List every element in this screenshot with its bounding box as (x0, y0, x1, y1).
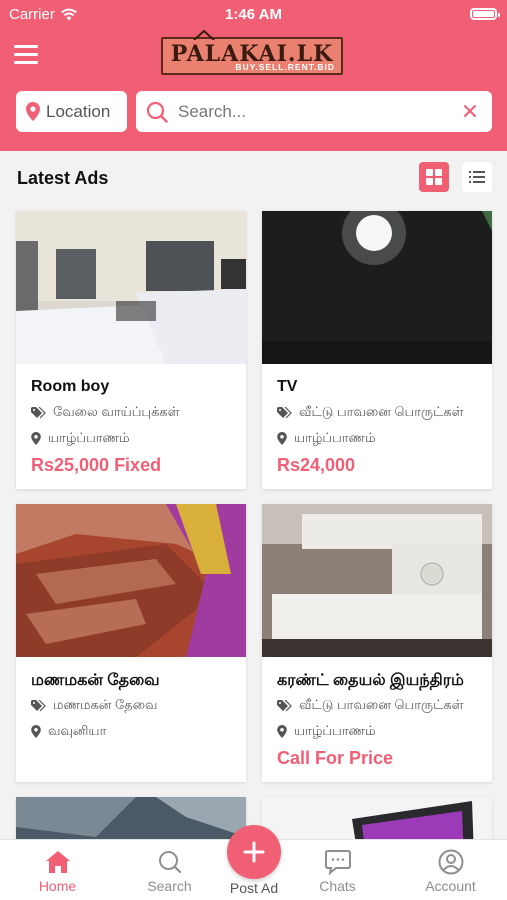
tag-icon (31, 406, 46, 418)
ad-card[interactable]: கரண்ட் தையல் இயந்திரம் வீட்டு பாவனை பொரு… (262, 504, 492, 782)
app-header: Carrier 1:46 AM PALAKAI.LK BUY.SELL.RENT… (0, 0, 507, 151)
status-bar: Carrier 1:46 AM (0, 0, 507, 28)
location-pin-icon (277, 432, 287, 445)
clear-search-icon[interactable] (462, 103, 478, 119)
location-pin-icon (277, 725, 287, 738)
search-input[interactable] (178, 101, 448, 122)
search-bar (136, 91, 492, 132)
grid-icon (426, 169, 442, 185)
ad-category: மணமகன் தேவை (31, 697, 157, 714)
ad-location: யாழ்ப்பாணம் (277, 723, 376, 740)
ad-title: TV (277, 378, 298, 395)
chat-bubble-icon (324, 850, 351, 875)
location-button[interactable]: Location (16, 91, 127, 132)
section-title: Latest Ads (17, 168, 109, 188)
plus-icon (243, 841, 265, 863)
tab-account[interactable]: Account (400, 840, 501, 900)
tab-chats-label: Chats (319, 878, 356, 894)
battery-icon (470, 8, 500, 20)
ad-category: வேலை வாய்ப்புக்கள் (31, 404, 179, 421)
location-pin-icon (31, 725, 41, 738)
location-pin-icon (31, 432, 41, 445)
grid-view-button[interactable] (419, 162, 449, 192)
hamburger-menu-icon[interactable] (14, 45, 38, 65)
ad-location-label: யாழ்ப்பாணம் (294, 430, 376, 445)
ad-image-henna-hands (16, 504, 246, 657)
ad-card[interactable]: Room boy வேலை வாய்ப்புக்கள் யாழ்ப்பாணம் … (16, 211, 246, 489)
ad-image-sewing-machine (262, 504, 492, 657)
ad-title: கரண்ட் தையல் இயந்திரம் (277, 672, 464, 689)
tag-icon (277, 406, 292, 418)
tab-home-label: Home (38, 878, 77, 894)
ad-location: யாழ்ப்பாணம் (277, 430, 376, 447)
ad-image-hotel-room (16, 211, 246, 364)
tag-icon (277, 699, 292, 711)
ad-location-label: யாழ்ப்பாணம் (48, 430, 130, 445)
status-time: 1:46 AM (225, 6, 282, 23)
search-icon (158, 851, 181, 874)
tab-search-label: Search (147, 878, 192, 894)
ad-location-label: யாழ்ப்பாணம் (294, 723, 376, 738)
ad-price: Call For Price (277, 748, 394, 768)
location-pin-icon (26, 102, 40, 121)
ad-location: யாழ்ப்பாணம் (31, 430, 130, 447)
tag-icon (31, 699, 46, 711)
ad-location: வவுனியா (31, 723, 106, 740)
tab-account-label: Account (425, 878, 476, 894)
ad-price: Rs25,000 Fixed (31, 455, 162, 475)
ad-price: Rs24,000 (277, 455, 356, 475)
home-icon (45, 851, 70, 873)
ad-category: வீட்டு பாவனை பொருட்கள் (277, 697, 463, 714)
ad-card[interactable]: TV வீட்டு பாவனை பொருட்கள் யாழ்ப்பாணம் Rs… (262, 211, 492, 489)
tab-chats[interactable]: Chats (287, 840, 388, 900)
app-logo: PALAKAI.LK BUY.SELL.RENT.BID (161, 30, 343, 75)
ad-category: வீட்டு பாவனை பொருட்கள் (277, 404, 463, 421)
tab-home[interactable]: Home (7, 840, 108, 900)
ad-location-label: வவுனியா (48, 723, 107, 738)
user-account-icon (438, 849, 463, 875)
house-roof-icon (193, 30, 215, 40)
post-ad-button[interactable] (227, 825, 281, 879)
logo-tagline: BUY.SELL.RENT.BID (235, 62, 335, 72)
location-label: Location (46, 101, 111, 121)
list-view-button[interactable] (462, 162, 492, 192)
ad-title: மணமகன் தேவை (31, 672, 160, 689)
ad-category-label: வேலை வாய்ப்புக்கள் (53, 404, 180, 419)
ad-card[interactable]: மணமகன் தேவை மணமகன் தேவை வவுனியா (16, 504, 246, 782)
ad-title: Room boy (31, 378, 110, 395)
ad-category-label: வீட்டு பாவனை பொருட்கள் (299, 697, 464, 712)
list-icon (469, 171, 485, 183)
ad-category-label: வீட்டு பாவனை பொருட்கள் (299, 404, 464, 419)
tab-search[interactable]: Search (119, 840, 220, 900)
post-ad-label: Post Ad (229, 880, 279, 896)
ad-category-label: மணமகன் தேவை (53, 697, 158, 712)
search-icon (146, 101, 168, 123)
ad-image-tv (262, 211, 492, 364)
